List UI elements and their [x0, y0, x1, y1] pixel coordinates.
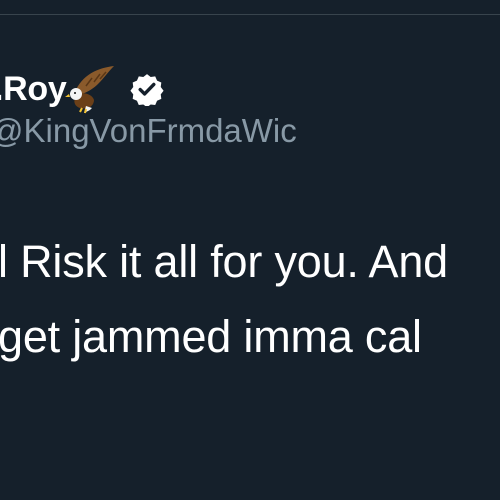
- author-handle[interactable]: @KingVonFrmdaWic: [0, 112, 297, 150]
- tweet-text-line: l Risk it all for you. And: [0, 236, 448, 287]
- eagle-icon: [64, 64, 118, 114]
- tweet-text-line: get jammed imma cal: [0, 311, 422, 362]
- author-name-row[interactable]: .Roy: [0, 64, 165, 114]
- tweet-card: .Roy @KingVonFrmdaWic l Risk it all for …: [0, 0, 500, 500]
- author-display-name[interactable]: .Roy: [0, 70, 67, 109]
- divider: [0, 14, 500, 15]
- verified-badge-icon: [130, 72, 165, 108]
